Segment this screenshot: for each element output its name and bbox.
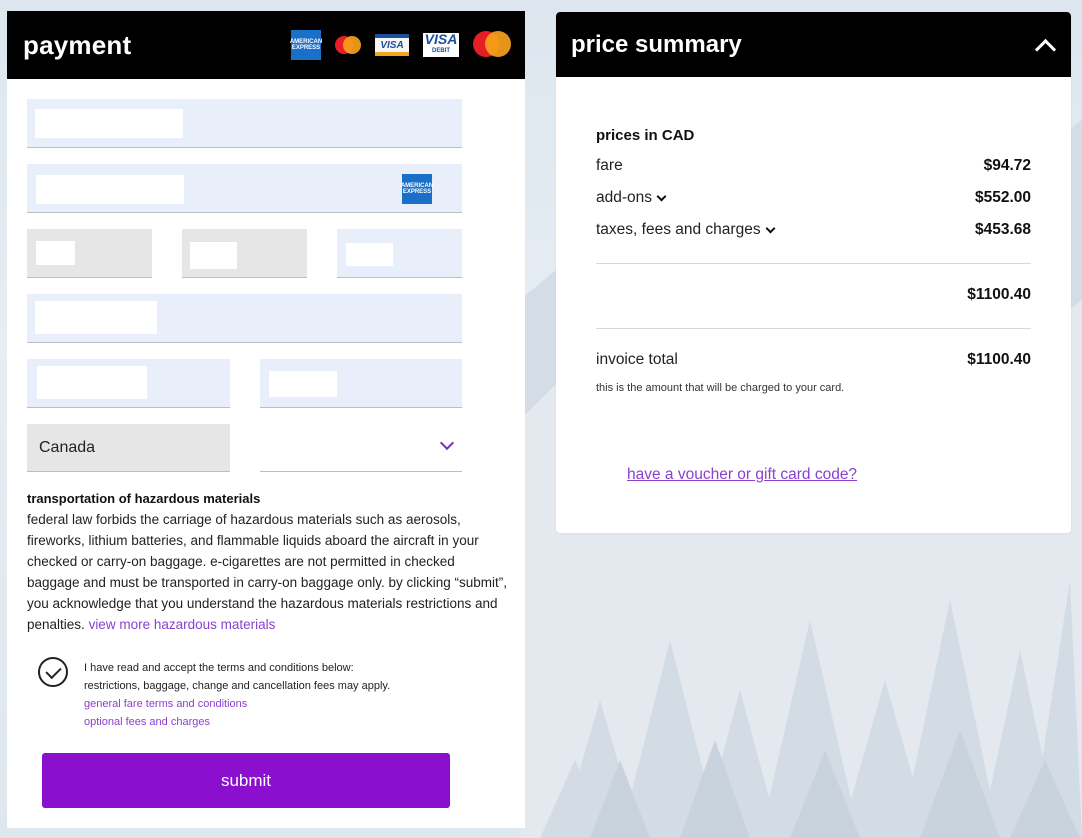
payment-panel: payment AMERICAN EXPRESS VISA VISA DEBIT … <box>7 11 525 828</box>
address-field[interactable] <box>27 294 462 343</box>
terms-text: I have read and accept the terms and con… <box>84 659 484 731</box>
divider <box>596 328 1031 329</box>
fare-row: fare $94.72 <box>596 157 1031 175</box>
addons-row[interactable]: add-ons $552.00 <box>596 189 1031 207</box>
price-summary-title: price summary <box>571 30 742 58</box>
voucher-link[interactable]: have a voucher or gift card code? <box>627 466 857 484</box>
taxes-value: $453.68 <box>974 221 1031 238</box>
fare-value: $94.72 <box>983 157 1031 174</box>
fare-label: fare <box>596 157 623 174</box>
taxes-label: taxes, fees and charges <box>596 221 761 238</box>
hazmat-more-link[interactable]: view more hazardous materials <box>89 617 276 632</box>
chevron-down-icon[interactable] <box>765 223 776 233</box>
city-field[interactable] <box>27 359 230 408</box>
invoice-total-value: $1100.40 <box>967 351 1031 368</box>
hazmat-notice: transportation of hazardous materials fe… <box>27 491 507 635</box>
price-summary-panel: price summary prices in CAD fare $94.72 … <box>556 12 1071 533</box>
divider <box>596 263 1031 264</box>
card-logos: AMERICAN EXPRESS VISA VISA DEBIT <box>290 30 511 60</box>
subtotal-value: $1100.40 <box>967 286 1031 303</box>
currency-label: prices in CAD <box>596 127 695 144</box>
amex-icon: AMERICAN EXPRESS <box>290 30 322 60</box>
expiry-month-field[interactable] <box>27 229 152 278</box>
optional-fees-link[interactable]: optional fees and charges <box>84 713 484 731</box>
hazmat-title: transportation of hazardous materials <box>27 491 261 506</box>
payment-header: payment AMERICAN EXPRESS VISA VISA DEBIT <box>7 11 525 79</box>
country-value: Canada <box>39 439 96 456</box>
chevron-up-icon[interactable] <box>1034 38 1057 61</box>
invoice-note: this is the amount that will be charged … <box>596 382 845 394</box>
invoice-total-label: invoice total <box>596 351 678 368</box>
postal-code-field[interactable] <box>260 359 462 408</box>
check-circle-icon[interactable] <box>38 657 68 687</box>
invoice-total-row: invoice total $1100.40 <box>596 351 1031 369</box>
mastercard-icon <box>473 31 511 59</box>
taxes-row[interactable]: taxes, fees and charges $453.68 <box>596 221 1031 239</box>
addons-label: add-ons <box>596 189 653 206</box>
expiry-year-field[interactable] <box>182 229 307 278</box>
country-select[interactable]: Canada <box>27 424 230 472</box>
province-select[interactable] <box>260 424 462 472</box>
visa-debit-icon: VISA DEBIT <box>423 32 459 57</box>
payment-title: payment <box>23 29 132 60</box>
terms-line-2: restrictions, baggage, change and cancel… <box>84 680 391 692</box>
cvv-field[interactable] <box>337 229 462 278</box>
price-summary-header[interactable]: price summary <box>556 12 1071 77</box>
addons-value: $552.00 <box>974 189 1031 206</box>
chevron-down-icon <box>439 435 455 451</box>
hazmat-body: federal law forbids the carriage of haza… <box>27 512 508 632</box>
subtotal-row: $1100.40 <box>596 286 1031 304</box>
general-fare-terms-link[interactable]: general fare terms and conditions <box>84 695 484 713</box>
amex-detected-icon: AMERICAN EXPRESS <box>401 174 433 204</box>
cardholder-name-field[interactable] <box>27 99 462 148</box>
card-number-field[interactable]: AMERICAN EXPRESS <box>27 164 462 213</box>
mastercard-small-icon <box>335 36 361 54</box>
terms-line-1: I have read and accept the terms and con… <box>84 662 354 674</box>
visa-icon: VISA <box>375 34 409 56</box>
submit-button[interactable]: submit <box>42 753 450 808</box>
chevron-down-icon[interactable] <box>656 191 667 201</box>
